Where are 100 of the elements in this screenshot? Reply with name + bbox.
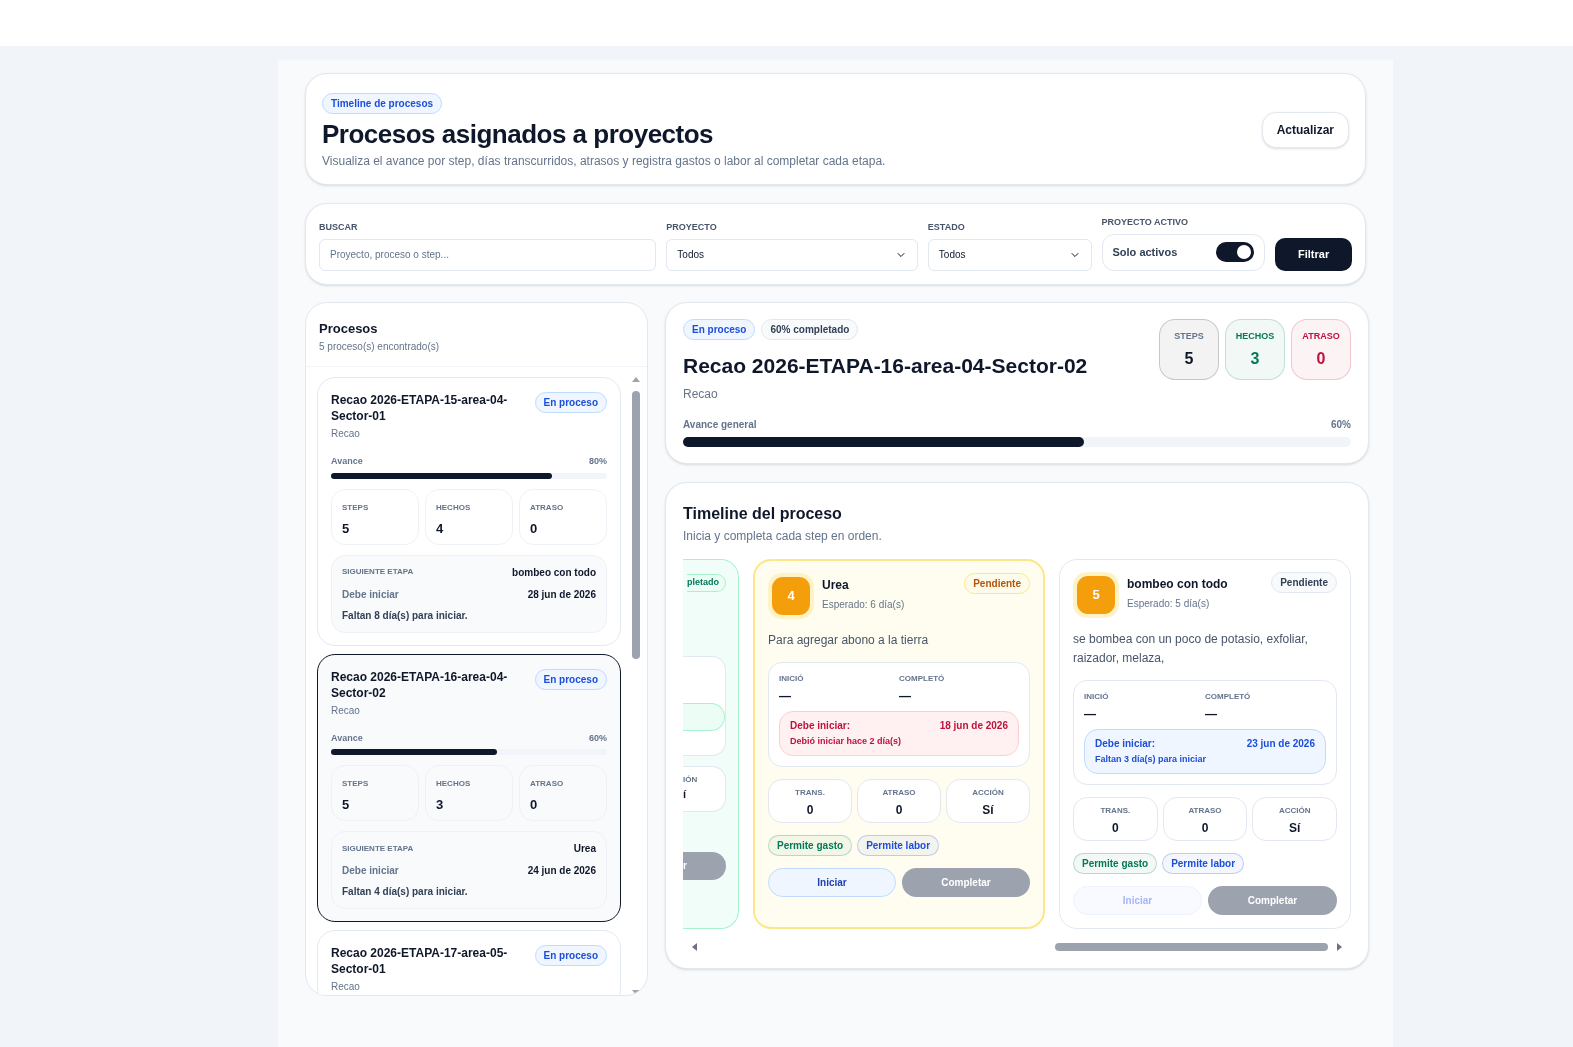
status-badge: En proceso xyxy=(534,392,607,413)
search-field[interactable]: Proyecto, proceso o step... xyxy=(319,238,657,271)
refresh-button[interactable]: Actualizar xyxy=(1261,112,1349,148)
stat-label: ATRASO xyxy=(1187,804,1223,817)
started-label: INICIÓ xyxy=(779,673,805,685)
project-name: Recao xyxy=(331,980,361,994)
filter-button[interactable]: Filtrar xyxy=(1275,237,1352,271)
start-button[interactable]: Iniciar xyxy=(768,867,896,897)
stat-label: IÓN xyxy=(683,773,699,786)
project-name: Recao xyxy=(683,386,719,403)
status-badge: En proceso xyxy=(534,668,607,690)
project-name: Recao xyxy=(331,703,361,718)
process-card[interactable]: Recao 2026-ETAPA-15-area-04-Sector-01 En proceso Recao Avance 80% STEPS 5 HECHOS 4 ATRASO 0 SIGUIENTE ETAPA bombeo con todo Debe iniciar 28 jun de 2026 Faltan 8 día(s) para iniciar. xyxy=(317,377,621,646)
step-expected: Esperado: 5 día(s) xyxy=(1127,597,1211,611)
stat-label: ATRASO xyxy=(1302,329,1340,343)
stat-value: 0 xyxy=(1200,819,1210,837)
stat-label: TRANS. xyxy=(794,786,826,799)
timeline-subtitle: Inicia y completa cada step en orden. xyxy=(683,528,883,545)
next-step-name: bombeo con todo xyxy=(512,565,596,580)
due-date: 24 jun de 2026 xyxy=(527,864,596,878)
status-select[interactable]: Todos xyxy=(927,238,1092,271)
due-label: Debe iniciar: xyxy=(1095,737,1156,751)
active-label: PROYECTO ACTIVO xyxy=(1101,216,1189,229)
stat-value: Sí xyxy=(981,801,995,819)
due-date: 28 jun de 2026 xyxy=(527,587,596,602)
progress-label: Avance general xyxy=(683,418,757,432)
process-name: Recao 2026-ETAPA-15-area-04-Sector-01 xyxy=(331,392,509,424)
progress-percent: 60% xyxy=(589,731,607,745)
status-badge: En proceso xyxy=(534,945,607,966)
stat-value: 5 xyxy=(342,796,351,814)
step-name: Urea xyxy=(822,577,850,594)
started-label: INICIÓ xyxy=(1084,691,1110,703)
status-badge: En proceso xyxy=(683,318,756,340)
completed-label: COMPLETÓ xyxy=(1205,691,1252,703)
stat-value: 0 xyxy=(1111,819,1120,837)
permission-tag: Permite labor xyxy=(857,834,940,856)
next-step-name: Urea xyxy=(573,842,596,856)
due-date: 18 jun de 2026 xyxy=(939,719,1008,733)
stat-label: HECHOS xyxy=(436,501,472,514)
due-label: Debe iniciar xyxy=(342,864,399,878)
stat-value: 0 xyxy=(530,796,539,814)
process-card[interactable]: Recao 2026-ETAPA-16-area-04-Sector-02 En proceso Recao Avance 60% STEPS 5 HECHOS 3 ATRASO 0 SIGUIENTE ETAPA Urea Debe iniciar 24 jun de 2026 Faltan 4 día(s) para iniciar. xyxy=(317,653,621,922)
stat-value: 5 xyxy=(342,519,351,538)
active-toggle[interactable] xyxy=(1216,242,1255,262)
completed-value: — xyxy=(899,688,912,705)
step-expected: Esperado: 6 día(s) xyxy=(822,598,906,612)
stat-value: í xyxy=(683,786,688,802)
stat-value: 4 xyxy=(436,519,445,538)
stat-value: 3 xyxy=(436,796,445,814)
panel-title: Procesos xyxy=(319,319,379,338)
process-name: Recao 2026-ETAPA-16-area-04-Sector-02 xyxy=(331,668,509,701)
search-label: BUSCAR xyxy=(319,221,359,234)
stat-value: 0 xyxy=(530,519,539,538)
next-step-label: SIGUIENTE ETAPA xyxy=(342,842,414,855)
stat-value: 5 xyxy=(1184,349,1194,369)
permission-tag: Permite gasto xyxy=(768,834,853,856)
stat-value: 0 xyxy=(1316,349,1326,369)
next-step-label: SIGUIENTE ETAPA xyxy=(342,566,414,578)
step-number: 5 xyxy=(1077,576,1115,614)
due-note: Debió iniciar hace 2 día(s) xyxy=(790,735,903,748)
status-label: ESTADO xyxy=(927,221,966,234)
status-badge: pletado xyxy=(687,574,726,592)
stat-label: ACCIÓN xyxy=(971,786,1005,799)
due-note: Faltan 4 día(s) para iniciar. xyxy=(342,885,469,899)
stat-label: ATRASO xyxy=(530,778,565,790)
completed-label: COMPLETÓ xyxy=(899,673,946,685)
process-name: Recao 2026-ETAPA-17-area-05-Sector-01 xyxy=(331,945,509,977)
due-note: Faltan 8 día(s) para iniciar. xyxy=(342,608,469,623)
stat-label: ATRASO xyxy=(530,501,565,514)
status-badge: Pendiente xyxy=(1271,572,1337,593)
stat-label: ACCIÓN xyxy=(1277,804,1312,817)
process-card[interactable]: Recao 2026-ETAPA-17-area-05-Sector-01 En proceso Recao xyxy=(317,930,621,995)
completed-value: — xyxy=(1205,706,1218,723)
due-note: Faltan 3 día(s) para iniciar xyxy=(1095,753,1208,766)
due-label: Debe iniciar xyxy=(342,587,399,602)
due-date: 23 jun de 2026 xyxy=(1246,737,1315,751)
step-description: se bombea con un poco de potasio, exfoliar, raizador, melaza, xyxy=(1073,631,1309,667)
stat-label: STEPS xyxy=(1174,329,1204,343)
step-name: bombeo con todo xyxy=(1127,576,1229,593)
page-subtitle: Visualiza el avance por step, días transcurridos, atrasos y registra gastos o labor al completar cada etapa. xyxy=(322,153,886,170)
section-badge: Timeline de procesos xyxy=(322,93,443,114)
stat-value: 0 xyxy=(805,801,815,819)
page-title: Procesos asignados a proyectos xyxy=(322,118,715,150)
stat-label: HECHOS xyxy=(1235,329,1275,343)
active-toggle-label: Solo activos xyxy=(1112,244,1178,260)
process-title: Recao 2026-ETAPA-16-area-04-Sector-02 xyxy=(683,352,1088,379)
stat-label: TRANS. xyxy=(1099,804,1132,817)
timeline-title: Timeline del proceso xyxy=(683,504,843,524)
status-badge: Pendiente xyxy=(964,573,1030,594)
project-label: PROYECTO xyxy=(666,221,718,234)
project-select[interactable]: Todos xyxy=(666,238,918,271)
step-description: Para agregar abono a la tierra xyxy=(768,632,930,649)
stat-label: HECHOS xyxy=(436,778,472,790)
project-name: Recao xyxy=(331,427,361,441)
stat-label: STEPS xyxy=(342,778,370,790)
stat-value: 0 xyxy=(894,801,904,819)
permission-tag: Permite labor xyxy=(1162,852,1245,874)
result-count: 5 proceso(s) encontrado(s) xyxy=(319,340,441,354)
stat-value: 3 xyxy=(1250,349,1260,369)
stat-label: ATRASO xyxy=(881,786,917,799)
